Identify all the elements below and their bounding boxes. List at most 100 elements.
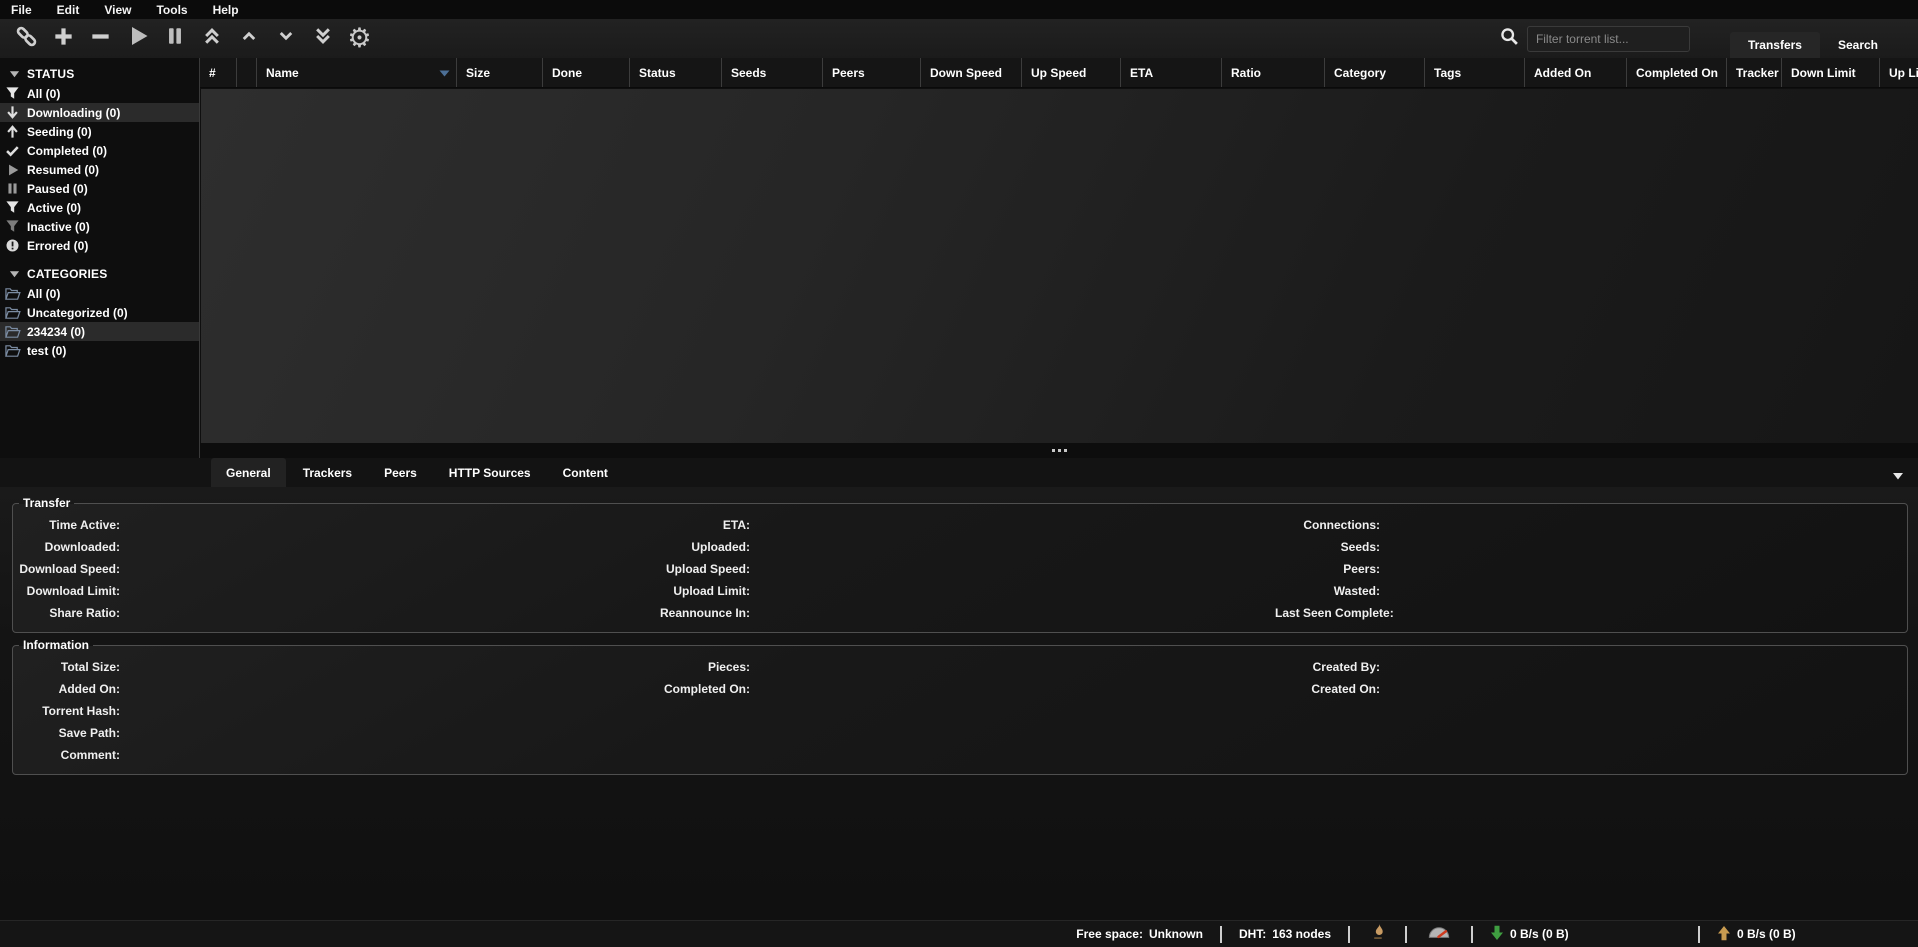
status-filter-inactive[interactable]: Inactive (0) (0, 217, 199, 236)
double-chevron-down-icon (313, 26, 333, 51)
tab-content[interactable]: Content (548, 458, 623, 487)
transfer-section: Transfer Time Active: ETA: Connections: … (12, 496, 1908, 633)
status-filter-label: Inactive (0) (27, 220, 90, 234)
column-header-up-limit[interactable]: Up Limit (1880, 58, 1918, 87)
column-header-peers[interactable]: Peers (823, 58, 921, 87)
field-label-save-path: Save Path: (15, 726, 120, 740)
tab-peers[interactable]: Peers (369, 458, 432, 487)
folder-icon (4, 343, 21, 359)
column-header-down-limit[interactable]: Down Limit (1782, 58, 1880, 87)
tab-search[interactable]: Search (1820, 32, 1896, 58)
status-filter-resumed[interactable]: Resumed (0) (0, 160, 199, 179)
filter-area: Transfers Search (1500, 19, 1918, 58)
categories-section-header[interactable]: CATEGORIES (0, 264, 199, 284)
menubar: File Edit View Tools Help (0, 0, 1918, 19)
column-header-added-on[interactable]: Added On (1525, 58, 1627, 87)
column-header-name[interactable]: Name (257, 58, 457, 87)
tab-http-sources[interactable]: HTTP Sources (434, 458, 546, 487)
menu-file[interactable]: File (11, 3, 32, 17)
toolbar-buttons: ⚙ (0, 23, 378, 55)
status-filter-label: Seeding (0) (27, 125, 92, 139)
section-title: STATUS (27, 67, 74, 81)
category-234234[interactable]: 234234 (0) (0, 322, 199, 341)
chevron-up-icon (240, 27, 258, 50)
pause-button[interactable] (156, 23, 193, 55)
status-filter-label: Completed (0) (27, 144, 107, 158)
column-header-category[interactable]: Category (1325, 58, 1425, 87)
column-header-completed-on[interactable]: Completed On (1627, 58, 1727, 87)
column-label: Added On (1534, 66, 1591, 80)
menu-view[interactable]: View (104, 3, 131, 17)
status-filter-completed[interactable]: Completed (0) (0, 141, 199, 160)
sort-descending-icon (439, 66, 450, 80)
column-header-tracker[interactable]: Tracker (1727, 58, 1782, 87)
alt-speed-limits-button[interactable] (1407, 924, 1471, 944)
column-header-down-speed[interactable]: Down Speed (921, 58, 1022, 87)
category-label: 234234 (0) (27, 325, 85, 339)
status-filter-paused[interactable]: Paused (0) (0, 179, 199, 198)
status-filter-all[interactable]: All (0) (0, 84, 199, 103)
column-header-ratio[interactable]: Ratio (1222, 58, 1325, 87)
category-all[interactable]: All (0) (0, 284, 199, 303)
tab-general[interactable]: General (211, 458, 286, 487)
field-label-total-size: Total Size: (15, 660, 120, 674)
play-icon (126, 24, 150, 53)
status-filter-seeding[interactable]: Seeding (0) (0, 122, 199, 141)
preferences-button[interactable]: ⚙ (341, 23, 378, 55)
download-speed-text: 0 B/s (0 B) (1510, 927, 1569, 941)
column-header-number[interactable]: # (200, 58, 237, 87)
category-label: Uncategorized (0) (27, 306, 128, 320)
upload-speed-indicator[interactable]: 0 B/s (0 B) (1700, 925, 1918, 944)
menu-edit[interactable]: Edit (57, 3, 80, 17)
decrease-priority-button[interactable] (267, 23, 304, 55)
field-label-downloaded: Downloaded: (15, 540, 120, 554)
column-header-eta[interactable]: ETA (1121, 58, 1222, 87)
tab-trackers[interactable]: Trackers (288, 458, 367, 487)
category-test[interactable]: test (0) (0, 341, 199, 360)
check-icon (4, 143, 21, 159)
torrent-table-header: # Name Size Done Status Seeds Peers Down… (200, 58, 1918, 88)
column-label: Down Speed (930, 66, 1002, 80)
filter-icon (4, 86, 21, 102)
increase-priority-button[interactable] (230, 23, 267, 55)
upload-speed-text: 0 B/s (0 B) (1737, 927, 1796, 941)
category-uncategorized[interactable]: Uncategorized (0) (0, 303, 199, 322)
column-header-tags[interactable]: Tags (1425, 58, 1525, 87)
field-label-upload-speed: Upload Speed: (645, 562, 750, 576)
filter-icon (4, 200, 21, 216)
field-label-connections: Connections: (1275, 518, 1380, 532)
top-priority-button[interactable] (193, 23, 230, 55)
add-torrent-link-button[interactable] (8, 23, 45, 55)
column-header-icon[interactable] (237, 58, 257, 87)
column-header-done[interactable]: Done (543, 58, 630, 87)
general-tab-content: Transfer Time Active: ETA: Connections: … (0, 487, 1918, 775)
torrent-filter-input[interactable] (1527, 26, 1690, 52)
status-filter-errored[interactable]: Errored (0) (0, 236, 199, 255)
column-header-seeds[interactable]: Seeds (722, 58, 823, 87)
status-section-header[interactable]: STATUS (0, 64, 199, 84)
bottom-priority-button[interactable] (304, 23, 341, 55)
status-filter-label: Resumed (0) (27, 163, 99, 177)
splitter-handle[interactable] (1052, 449, 1067, 452)
tab-transfers[interactable]: Transfers (1730, 32, 1820, 58)
sidebar: STATUS All (0) Downloading (0) Seeding (… (0, 58, 200, 458)
status-filter-active[interactable]: Active (0) (0, 198, 199, 217)
column-header-up-speed[interactable]: Up Speed (1022, 58, 1121, 87)
arrow-down-icon (4, 105, 21, 121)
menu-help[interactable]: Help (213, 3, 239, 17)
resume-button[interactable] (119, 23, 156, 55)
connection-status-button[interactable] (1350, 923, 1405, 945)
menu-tools[interactable]: Tools (156, 3, 187, 17)
column-header-size[interactable]: Size (457, 58, 543, 87)
field-label-share-ratio: Share Ratio: (15, 606, 120, 620)
download-speed-indicator[interactable]: 0 B/s (0 B) (1473, 925, 1698, 944)
column-label: Tracker (1736, 66, 1779, 80)
delete-torrent-button[interactable] (82, 23, 119, 55)
field-label-added-on: Added On: (15, 682, 120, 696)
column-header-status[interactable]: Status (630, 58, 722, 87)
status-filter-downloading[interactable]: Downloading (0) (0, 103, 199, 122)
collapse-panel-icon[interactable] (1892, 467, 1904, 485)
status-filter-label: Active (0) (27, 201, 81, 215)
add-torrent-file-button[interactable] (45, 23, 82, 55)
magnifier-icon (1500, 27, 1519, 51)
